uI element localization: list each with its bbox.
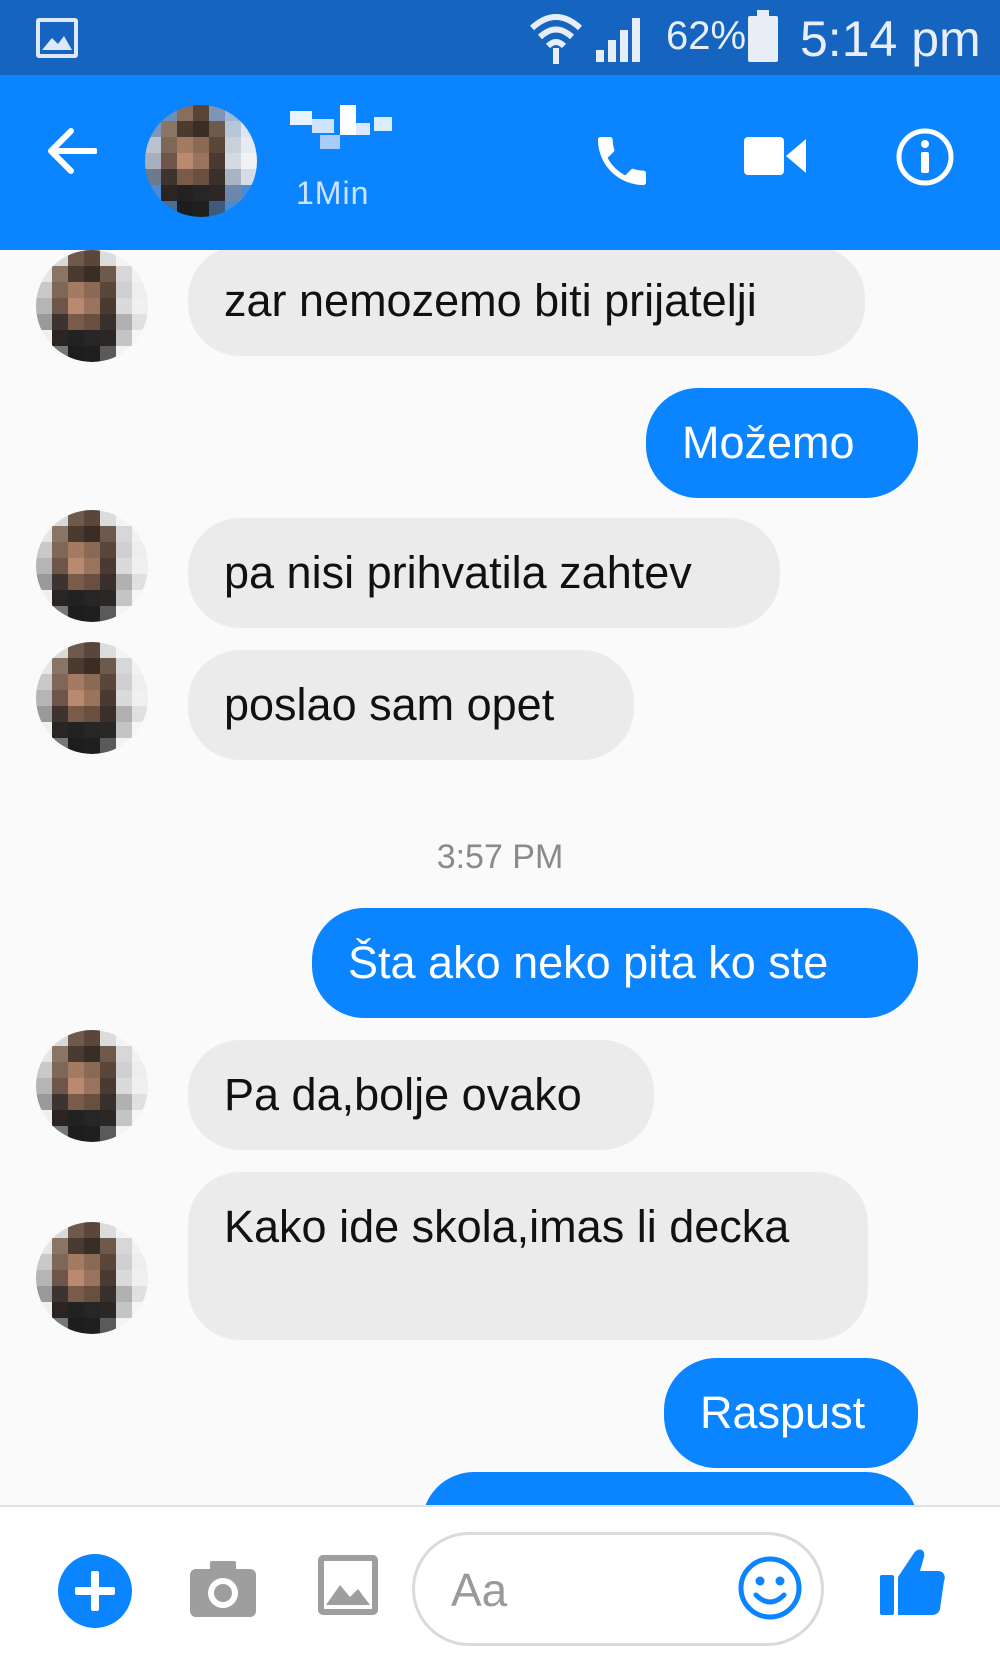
image-icon[interactable] <box>318 1555 378 1620</box>
message-incoming[interactable]: pa nisi prihvatila zahtev <box>188 518 780 628</box>
back-arrow-icon[interactable] <box>45 127 98 180</box>
sender-avatar[interactable] <box>36 250 148 362</box>
thumbs-up-icon[interactable] <box>880 1547 946 1622</box>
chat-header: 1Min <box>0 75 1000 250</box>
video-camera-icon[interactable] <box>744 133 806 184</box>
status-time: 5:14 pm <box>800 11 981 67</box>
emoji-icon[interactable] <box>737 1555 803 1626</box>
message-incoming[interactable]: Pa da,bolje ovako <box>188 1040 654 1150</box>
status-bar: 62% 5:14 pm <box>0 0 1000 75</box>
message-timestamp: 3:57 PM <box>436 838 564 876</box>
battery-percent: 62% <box>666 14 747 58</box>
message-thread[interactable]: zar nemozemo biti prijatelji Možemo pa n… <box>0 250 1000 1505</box>
message-outgoing[interactable]: Šta ako neko pita ko ste <box>312 908 918 1018</box>
message-outgoing[interactable]: Možemo <box>646 388 918 498</box>
message-incoming[interactable]: zar nemozemo biti prijatelji <box>188 250 865 356</box>
message-input-field[interactable] <box>412 1532 824 1646</box>
battery-icon <box>748 10 778 67</box>
phone-icon[interactable] <box>590 129 654 198</box>
message-outgoing[interactable]: Raspust <box>664 1358 918 1468</box>
signal-icon <box>596 12 650 67</box>
sender-avatar[interactable] <box>36 510 148 622</box>
contact-avatar[interactable] <box>145 105 257 217</box>
message-incoming[interactable]: poslao sam opet <box>188 650 634 760</box>
sender-avatar[interactable] <box>36 1030 148 1142</box>
message-outgoing-partial[interactable] <box>422 1472 918 1505</box>
sender-avatar[interactable] <box>36 1222 148 1334</box>
message-incoming[interactable]: Kako ide skola,imas li decka <box>188 1172 868 1340</box>
camera-icon[interactable] <box>190 1559 256 1622</box>
wifi-icon <box>528 10 584 69</box>
info-icon[interactable] <box>895 127 955 192</box>
composer-bar <box>0 1505 1000 1667</box>
contact-name-redacted <box>290 105 430 155</box>
message-input[interactable] <box>451 1557 731 1623</box>
sender-avatar[interactable] <box>36 642 148 754</box>
active-status: 1Min <box>296 175 370 211</box>
plus-icon[interactable] <box>56 1552 134 1635</box>
gallery-icon <box>36 18 78 58</box>
